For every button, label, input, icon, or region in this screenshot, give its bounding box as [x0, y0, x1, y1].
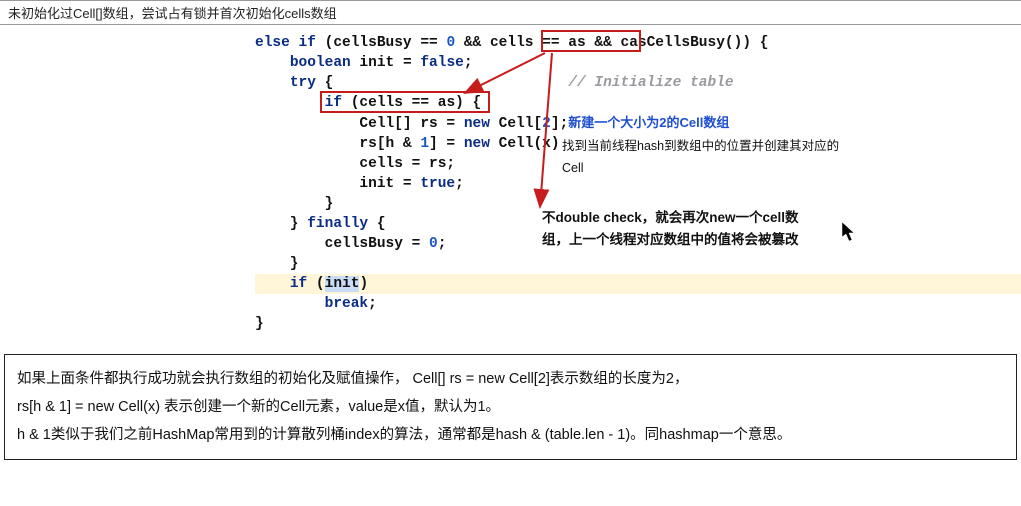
code-area: else if (cellsBusy == 0 && cells == as &…	[0, 25, 1021, 342]
code-line-2: boolean init = false;	[255, 53, 1021, 73]
code-line-8: init = true;	[255, 174, 1021, 194]
bottom-p3: h & 1类似于我们之前HashMap常用到的计算散列桶index的算法，通常都…	[17, 421, 1004, 449]
bottom-p1: 如果上面条件都执行成功就会执行数组的初始化及赋值操作， Cell[] rs = …	[17, 365, 1004, 393]
top-header-text: 未初始化过Cell[]数组，尝试占有锁并首次初始化cells数组	[8, 6, 337, 21]
top-header: 未初始化过Cell[]数组，尝试占有锁并首次初始化cells数组	[0, 0, 1021, 25]
annot-strong: 不double check，就会再次new一个cell数 组，上一个线程对应数组…	[542, 209, 852, 249]
code-line-13: if (init)	[255, 274, 1021, 294]
code-line-1: else if (cellsBusy == 0 && cells == as &…	[255, 33, 1021, 53]
code-line-5: Cell[] rs = new Cell[2];新建一个大小为2的Cell数组	[255, 113, 1021, 134]
code-line-4: if (cells == as) {	[255, 93, 1021, 113]
code-line-12: }	[255, 254, 1021, 274]
cursor-icon	[842, 222, 856, 242]
code-line-3: try { // Initialize table	[255, 73, 1021, 93]
bottom-p2: rs[h & 1] = new Cell(x) 表示创建一个新的Cell元素，v…	[17, 393, 1004, 421]
annot-side: 找到当前线程hash到数组中的位置并创建其对应的 Cell	[562, 137, 842, 177]
annot-blue: 新建一个大小为2的Cell数组	[568, 115, 729, 130]
bottom-explanation-box: 如果上面条件都执行成功就会执行数组的初始化及赋值操作， Cell[] rs = …	[4, 354, 1017, 460]
code-line-15: }	[255, 314, 1021, 334]
code-line-14: break;	[255, 294, 1021, 314]
